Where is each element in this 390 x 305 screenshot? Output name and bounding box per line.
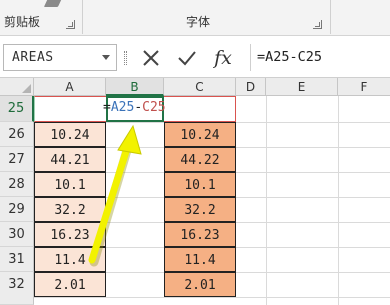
formula-input[interactable]: =A25-C25 — [250, 44, 390, 71]
name-box[interactable]: AREAS — [3, 44, 117, 71]
font-dialog-launcher-icon[interactable] — [313, 20, 322, 29]
cell-c28[interactable]: 10.1 — [164, 172, 236, 197]
cell-c27[interactable]: 44.22 — [164, 147, 236, 172]
enter-button[interactable] — [172, 44, 202, 71]
check-icon — [178, 50, 196, 65]
row-header-30[interactable]: 30 — [0, 222, 34, 247]
row-header-26[interactable]: 26 — [0, 122, 34, 147]
column-header-c[interactable]: C — [164, 78, 236, 96]
ribbon-separator — [82, 0, 83, 34]
column-header-b[interactable]: B — [106, 78, 164, 96]
select-all-corner[interactable] — [0, 78, 34, 96]
cell-a29[interactable]: 32.2 — [34, 197, 106, 222]
format-painter-icon[interactable] — [43, 0, 63, 7]
cell-c26[interactable]: 10.24 — [164, 122, 236, 147]
formula-equals: = — [103, 100, 111, 115]
column-header-f[interactable]: F — [338, 78, 390, 96]
fx-icon: fx — [214, 46, 232, 69]
font-group-label: 字体 — [186, 15, 211, 29]
row-header-27[interactable]: 27 — [0, 147, 34, 172]
cell-a27[interactable]: 44.21 — [34, 147, 106, 172]
cell-c30[interactable]: 16.23 — [164, 222, 236, 247]
formula-ref-c25: C25 — [142, 100, 166, 115]
formula-bar: AREAS fx =A25-C25 — [0, 36, 390, 78]
ribbon-separator — [330, 0, 331, 34]
row-header-28[interactable]: 28 — [0, 172, 34, 197]
column-header-a[interactable]: A — [34, 78, 106, 96]
chevron-down-icon[interactable] — [102, 55, 110, 60]
cell-a28[interactable]: 10.1 — [34, 172, 106, 197]
column-header-e[interactable]: E — [266, 78, 338, 96]
formula-bar-grip[interactable] — [124, 51, 127, 65]
cancel-button[interactable] — [136, 44, 166, 71]
formula-text: =A25-C25 — [257, 49, 323, 65]
cell-a26[interactable]: 10.24 — [34, 122, 106, 147]
insert-function-button[interactable]: fx — [208, 44, 238, 71]
cell-a32[interactable]: 2.01 — [34, 272, 106, 297]
row-header-31[interactable]: 31 — [0, 247, 34, 272]
gridline — [338, 96, 339, 305]
cell-c32[interactable]: 2.01 — [164, 272, 236, 297]
gridline — [266, 96, 267, 305]
ribbon: 剪贴板 字体 — [0, 0, 390, 36]
spreadsheet-grid: A B C D E F 25 26 27 28 29 30 31 32 =A25… — [0, 78, 390, 305]
row-header-32[interactable]: 32 — [0, 272, 34, 305]
column-header-d[interactable]: D — [236, 78, 266, 96]
clipboard-dialog-launcher-icon[interactable] — [66, 20, 75, 29]
formula-operator: - — [134, 100, 143, 115]
formula-ref-a25: A25 — [110, 100, 135, 115]
row-header-25[interactable]: 25 — [0, 96, 34, 122]
cell-c29[interactable]: 32.2 — [164, 197, 236, 222]
cell-edit-formula[interactable]: =A25-C25 — [103, 100, 166, 115]
cell-c31[interactable]: 11.4 — [164, 247, 236, 272]
clipboard-group-label: 剪贴板 — [4, 15, 41, 29]
close-icon — [143, 49, 159, 66]
row-header-29[interactable]: 29 — [0, 197, 34, 222]
cell-a30[interactable]: 16.23 — [34, 222, 106, 247]
name-box-value: AREAS — [12, 50, 54, 65]
cell-a31[interactable]: 11.4 — [34, 247, 106, 272]
